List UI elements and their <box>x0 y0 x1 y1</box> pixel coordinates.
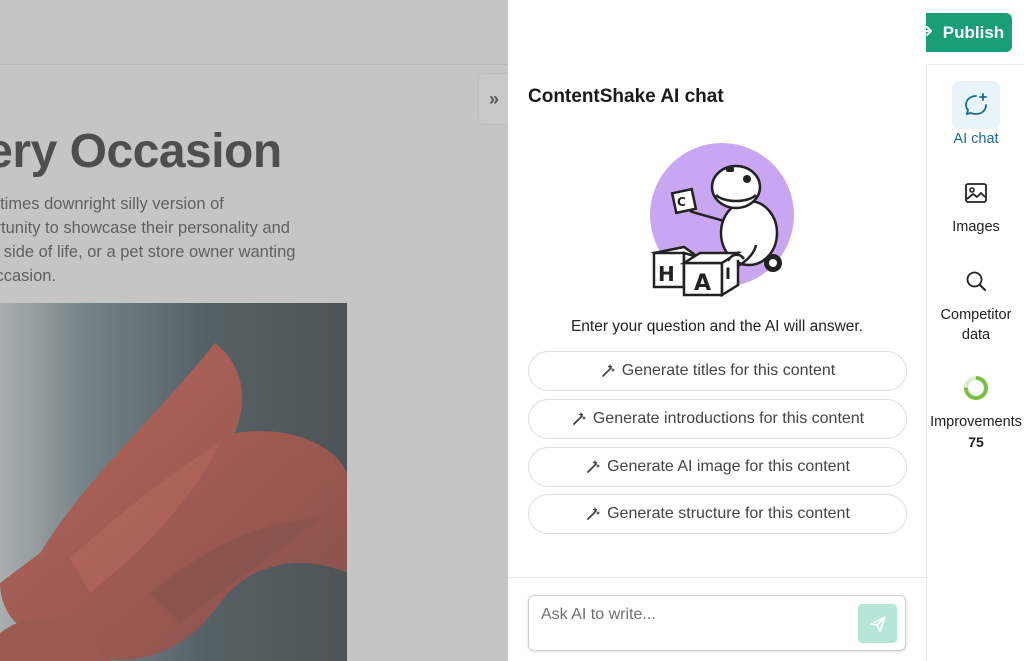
chat-input-area: Ask AI to write... <box>508 577 926 661</box>
send-icon <box>869 615 886 632</box>
rail-label: AI chat <box>953 131 999 147</box>
block-letter-h: H <box>658 262 675 286</box>
publish-label: Publish <box>942 22 1005 42</box>
rail-label: Images <box>952 219 1000 235</box>
magic-wand-icon <box>587 460 600 473</box>
chat-panel-title: ContentShake AI chat <box>528 86 724 107</box>
robot-illustration: H A I C <box>644 143 794 298</box>
improvements-score: 75 <box>968 434 984 450</box>
chat-sparkle-icon <box>965 93 987 116</box>
double-chevron-right-icon: » <box>488 88 499 109</box>
editor-dim-overlay <box>0 0 508 661</box>
magic-wand-icon <box>601 364 615 377</box>
suggestion-label: Generate structure for this content <box>607 505 850 522</box>
block-letter-a: A <box>694 271 711 296</box>
magic-wand-icon <box>587 507 600 520</box>
robot-with-blocks-illustration: H A I C <box>650 143 794 298</box>
chat-intro-text: Enter your question and the AI will answ… <box>570 318 864 335</box>
block-letter-i: I <box>725 264 731 283</box>
suggestion-generate-titles[interactable]: Generate titles for this content <box>528 351 907 391</box>
progress-ring-icon <box>964 376 988 400</box>
rail-icon-wrap <box>952 257 1000 305</box>
rail-icon-wrap <box>952 81 1000 129</box>
chat-input[interactable]: Ask AI to write... <box>528 595 906 651</box>
rail-label: Competitor data <box>940 307 1012 343</box>
search-icon <box>966 271 986 291</box>
suggestion-label: Generate introductions for this content <box>592 410 865 427</box>
rail-item-images[interactable]: Images <box>927 169 1024 237</box>
rail-icon-wrap <box>952 364 1000 412</box>
magic-wand-icon <box>572 412 586 425</box>
suggestion-generate-introductions[interactable]: Generate introductions for this content <box>528 399 907 439</box>
editor-pane: very Occasion ometimes downright silly v… <box>0 0 508 661</box>
suggestion-generate-structure[interactable]: Generate structure for this content <box>528 494 907 534</box>
image-icon <box>965 183 987 203</box>
rail-item-competitor-data[interactable]: Competitor data <box>927 257 1024 345</box>
right-rail: AI chat Images Competitor data Improveme… <box>926 65 1024 661</box>
ai-chat-panel: ContentShake AI chat H A I C Enter your … <box>508 0 926 661</box>
rail-item-ai-chat[interactable]: AI chat <box>927 81 1024 149</box>
suggestion-label: Generate AI image for this content <box>607 458 850 475</box>
rail-label: Improvements <box>930 414 1022 430</box>
suggestion-generate-ai-image[interactable]: Generate AI image for this content <box>528 447 907 487</box>
collapse-panel-button[interactable]: » <box>478 73 510 125</box>
suggestion-label: Generate titles for this content <box>621 362 836 379</box>
chat-input-placeholder: Ask AI to write... <box>541 606 656 623</box>
block-letter-c: C <box>677 195 686 209</box>
rail-item-improvements[interactable]: Improvements 75 <box>927 364 1024 452</box>
send-button[interactable] <box>858 604 897 643</box>
rail-icon-wrap <box>952 169 1000 217</box>
